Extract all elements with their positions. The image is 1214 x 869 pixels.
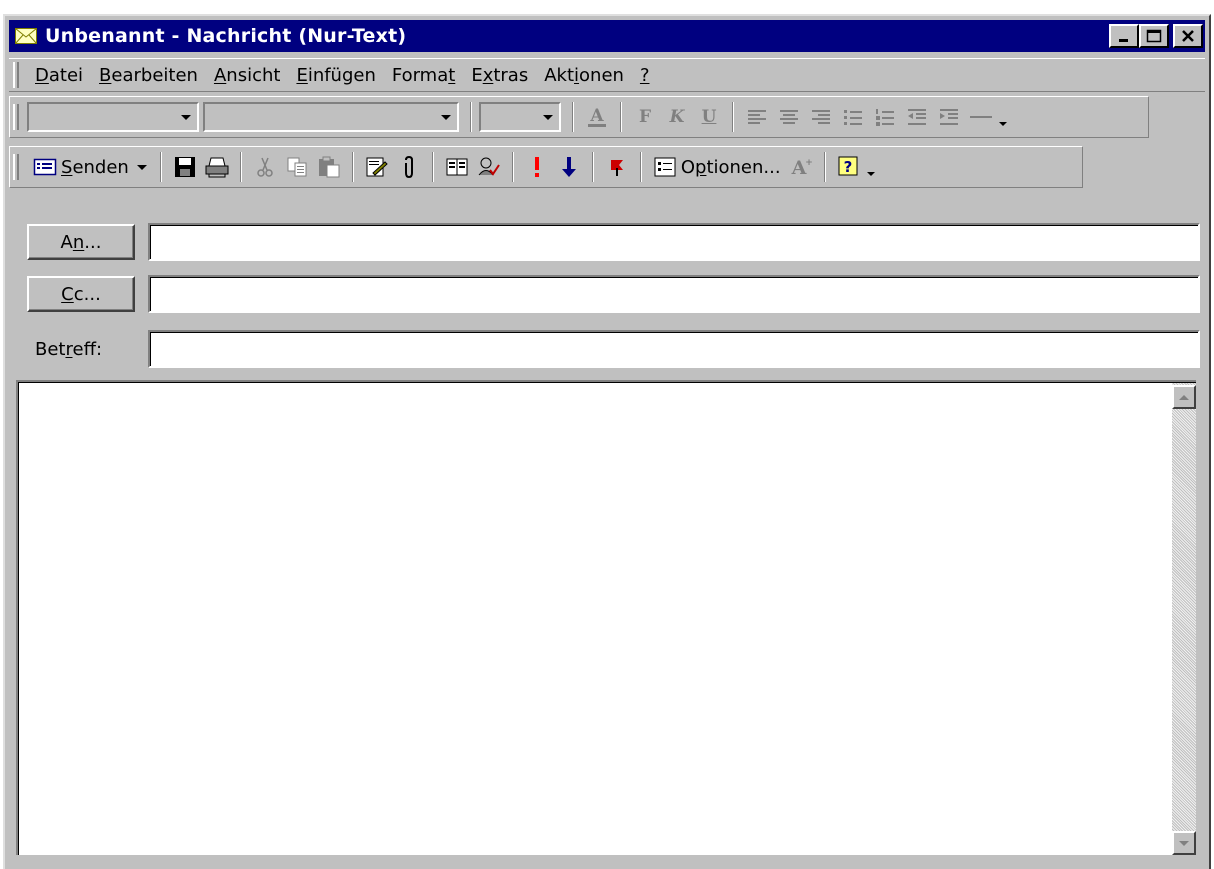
scroll-down-button[interactable]	[1172, 831, 1196, 855]
menu-aktionen[interactable]: Aktionen	[536, 65, 632, 86]
chevron-up-icon	[1179, 394, 1189, 400]
font-name-combo[interactable]	[203, 102, 459, 132]
menu-help[interactable]: ?	[632, 65, 658, 86]
message-body[interactable]	[16, 380, 1196, 855]
minimize-button[interactable]	[1109, 24, 1139, 48]
menu-format[interactable]: Format	[384, 65, 463, 86]
envelope-icon	[15, 28, 37, 44]
menu-bar: Datei Bearbeiten Ansicht Einfügen Format…	[9, 58, 1205, 92]
menu-datei[interactable]: Datei	[27, 65, 91, 86]
cc-field[interactable]	[148, 275, 1200, 313]
to-field[interactable]	[148, 223, 1200, 261]
cc-button[interactable]: Cc...	[27, 276, 135, 312]
font-style-combo[interactable]	[27, 102, 199, 132]
standard-toolbar: Senden Optionen... A + ?	[9, 146, 1205, 188]
minimize-icon	[1119, 39, 1128, 42]
menubar-grip[interactable]	[13, 62, 19, 88]
menu-einfuegen[interactable]: Einfügen	[288, 65, 383, 86]
standard-toolbar-frame	[9, 146, 1083, 188]
menu-extras[interactable]: Extras	[463, 65, 536, 86]
message-body-textarea[interactable]	[20, 384, 1170, 855]
title-bar[interactable]: Unbenannt - Nachricht (Nur-Text)	[9, 20, 1205, 52]
maximize-icon	[1146, 29, 1162, 43]
menu-bearbeiten[interactable]: Bearbeiten	[91, 65, 206, 86]
font-size-combo[interactable]	[479, 102, 561, 132]
subject-field[interactable]	[148, 330, 1200, 368]
to-button-label: An...	[60, 231, 102, 253]
vertical-scrollbar[interactable]	[1172, 383, 1196, 855]
to-button[interactable]: An...	[27, 224, 135, 260]
chevron-down-icon	[441, 115, 451, 120]
scroll-up-button[interactable]	[1172, 385, 1196, 409]
chevron-down-icon	[543, 115, 553, 120]
close-icon	[1182, 30, 1194, 42]
chevron-down-icon	[1179, 840, 1189, 846]
formatting-toolbar: A F K U	[9, 96, 1205, 138]
subject-label: Betreff:	[35, 339, 103, 360]
chevron-down-icon	[181, 115, 191, 120]
window-title: Unbenannt - Nachricht (Nur-Text)	[45, 25, 407, 47]
close-button[interactable]	[1173, 24, 1203, 48]
menu-ansicht[interactable]: Ansicht	[206, 65, 288, 86]
maximize-button[interactable]	[1139, 24, 1169, 48]
cc-button-label: Cc...	[61, 283, 101, 305]
